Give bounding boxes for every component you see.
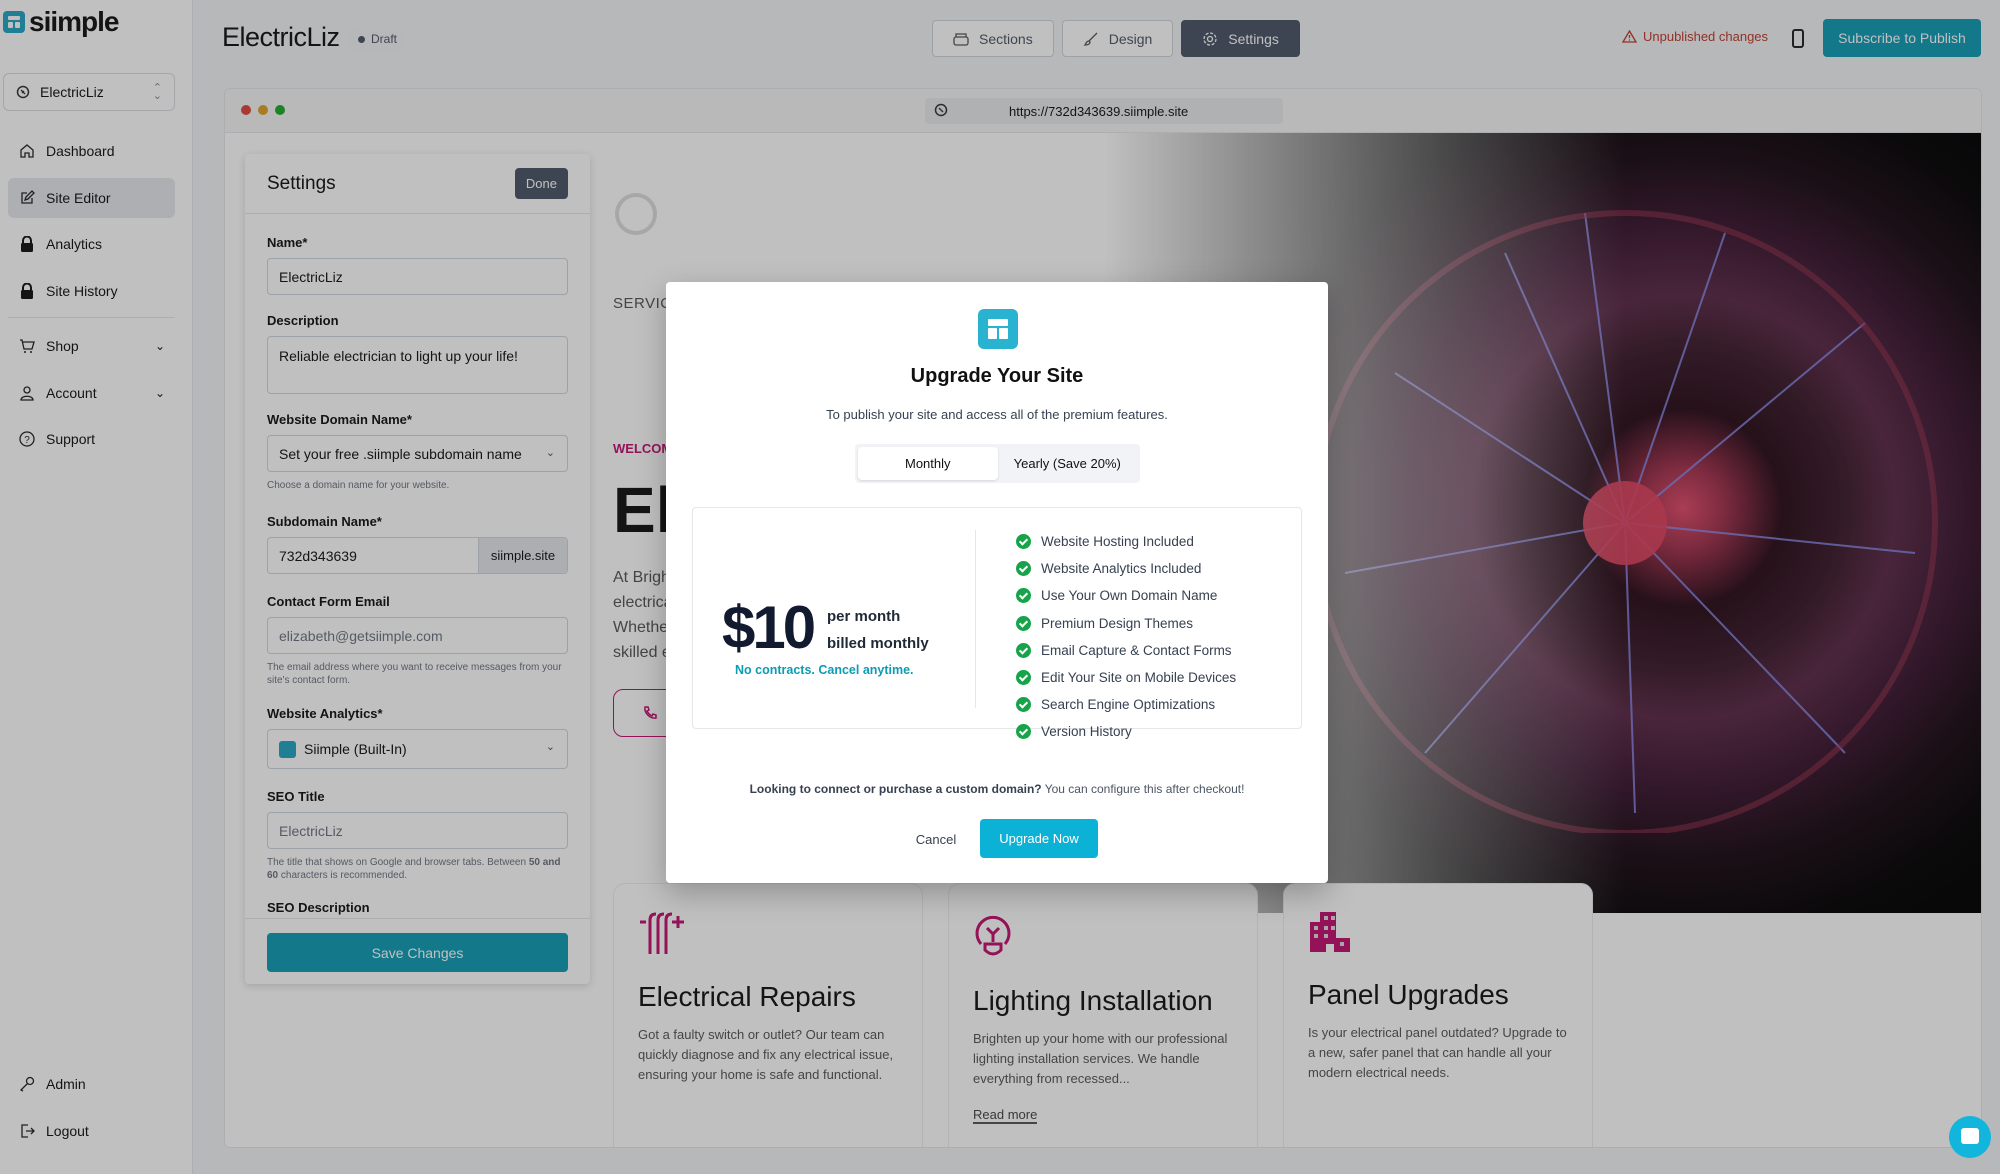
note-bold: Looking to connect or purchase a custom … bbox=[749, 782, 1042, 796]
feature-item: Edit Your Site on Mobile Devices bbox=[1016, 664, 1236, 691]
check-circle-icon bbox=[1016, 697, 1031, 713]
feature-list: Website Hosting Included Website Analyti… bbox=[1016, 528, 1236, 746]
upgrade-now-button[interactable]: Upgrade Now bbox=[980, 819, 1098, 858]
plan-price: $10 bbox=[722, 594, 816, 661]
check-circle-icon bbox=[1016, 642, 1031, 658]
plan-card: $10 per month billed monthly No contract… bbox=[692, 507, 1302, 740]
note-text: You can configure this after checkout! bbox=[1041, 782, 1245, 796]
billing-toggle: Monthly Yearly (Save 20%) bbox=[855, 444, 1140, 483]
feature-item: Email Capture & Contact Forms bbox=[1016, 637, 1236, 664]
check-circle-icon bbox=[1016, 588, 1031, 604]
check-circle-icon bbox=[1016, 615, 1031, 631]
check-circle-icon bbox=[1016, 724, 1031, 740]
feature-item: Website Hosting Included bbox=[1016, 528, 1236, 555]
custom-domain-note: Looking to connect or purchase a custom … bbox=[666, 782, 1328, 796]
modal-title: Upgrade Your Site bbox=[910, 365, 1084, 387]
feature-text: Use Your Own Domain Name bbox=[1041, 588, 1218, 604]
modal-subtitle: To publish your site and access all of t… bbox=[826, 407, 1168, 422]
feature-item: Website Analytics Included bbox=[1016, 555, 1236, 582]
billing-yearly-option[interactable]: Yearly (Save 20%) bbox=[998, 447, 1138, 480]
cancel-button[interactable]: Cancel bbox=[906, 820, 966, 858]
upgrade-modal: Upgrade Your Site To publish your site a… bbox=[666, 282, 1328, 883]
check-circle-icon bbox=[1016, 670, 1031, 686]
feature-text: Website Analytics Included bbox=[1041, 561, 1202, 577]
feature-item: Version History bbox=[1016, 718, 1236, 745]
price-per: per month bbox=[827, 608, 901, 625]
feature-text: Edit Your Site on Mobile Devices bbox=[1041, 670, 1237, 686]
feature-item: Premium Design Themes bbox=[1016, 610, 1236, 637]
feature-item: Search Engine Optimizations bbox=[1016, 691, 1236, 718]
plan-period: per month billed monthly bbox=[827, 603, 929, 657]
feature-item: Use Your Own Domain Name bbox=[1016, 582, 1236, 609]
plan-divider bbox=[975, 530, 976, 708]
check-circle-icon bbox=[1016, 561, 1031, 577]
no-contract-note: No contracts. Cancel anytime. bbox=[735, 663, 914, 677]
feature-text: Website Hosting Included bbox=[1041, 534, 1194, 550]
billing-monthly-option[interactable]: Monthly bbox=[858, 447, 998, 480]
check-circle-icon bbox=[1016, 534, 1031, 550]
siimple-logo-icon bbox=[978, 309, 1018, 349]
chat-widget-icon[interactable] bbox=[1949, 1116, 1991, 1158]
feature-text: Email Capture & Contact Forms bbox=[1041, 642, 1232, 658]
feature-text: Search Engine Optimizations bbox=[1041, 697, 1216, 713]
feature-text: Version History bbox=[1041, 724, 1132, 740]
price-billing: billed monthly bbox=[827, 635, 929, 652]
feature-text: Premium Design Themes bbox=[1041, 615, 1194, 631]
